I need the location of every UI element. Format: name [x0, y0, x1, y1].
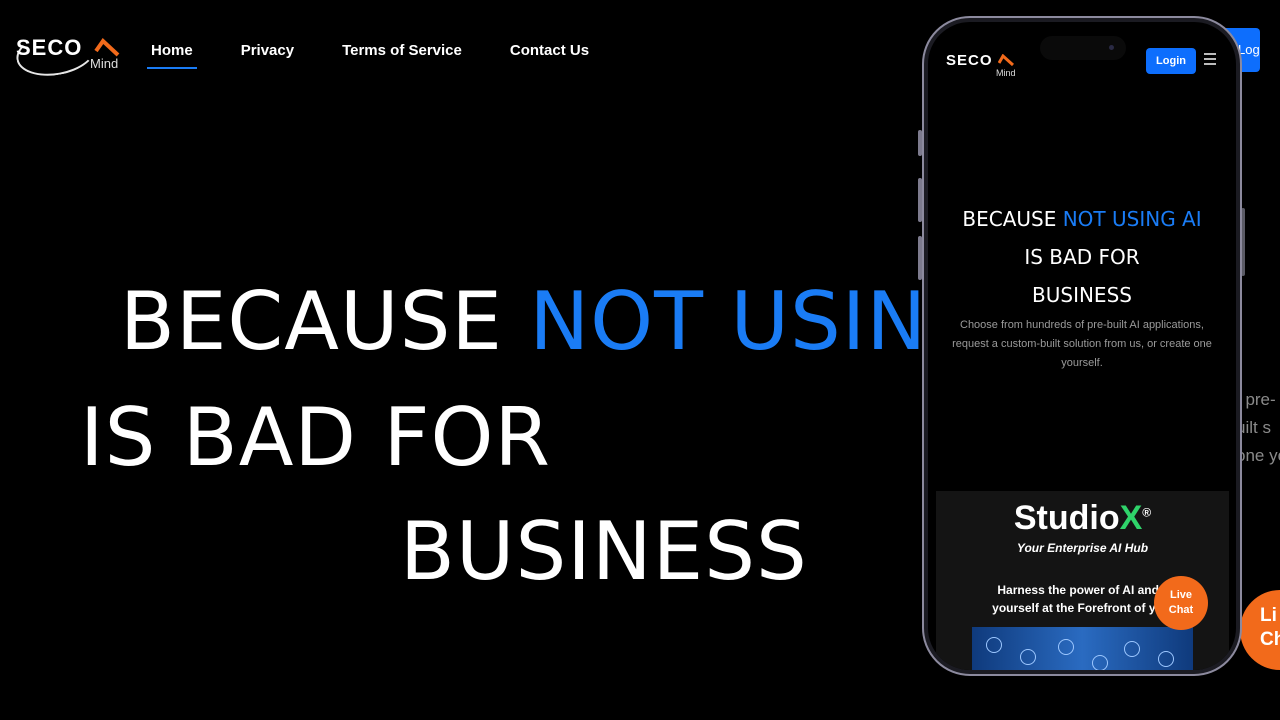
logo-mark-icon	[94, 37, 120, 57]
hero-description-line: f pre-	[1236, 390, 1276, 409]
studiox-logo: StudioX®	[936, 499, 1229, 538]
mobile-live-chat-label-2: Chat	[1168, 604, 1194, 616]
mobile-hero-title: BECAUSE NOT USING AI IS BAD FOR BUSINESS	[928, 200, 1236, 314]
main-nav: Home Privacy Terms of Service Contact Us	[147, 42, 633, 69]
logo-brand: SECO	[16, 35, 83, 60]
mobile-hero-prefix: BECAUSE	[962, 207, 1063, 231]
nav-privacy[interactable]: Privacy	[237, 42, 298, 69]
mobile-hero-line-3: BUSINESS	[1032, 283, 1132, 307]
logo-sub: Mind	[90, 56, 119, 71]
phone-screen: SECO Mind Login BECAUSE NOT USING AI IS …	[928, 22, 1236, 670]
hero-title-line-1: BECAUSE NOT USING	[120, 282, 990, 362]
hero-title-line-2: IS BAD FOR	[80, 391, 552, 484]
mobile-hero-accent: NOT USING AI	[1062, 207, 1202, 231]
studiox-tagline: Your Enterprise AI Hub	[1016, 541, 1149, 555]
hero-title-prefix: BECAUSE	[120, 275, 530, 368]
live-chat-label-2: Ch	[1260, 629, 1280, 650]
dynamic-island	[1040, 36, 1126, 60]
mobile-login-button[interactable]: Login	[1146, 48, 1196, 74]
hero-description: f pre- uilt s one yo	[1236, 386, 1280, 476]
nav-contact-us[interactable]: Contact Us	[506, 42, 593, 69]
hero-title-line-3: BUSINESS	[400, 505, 808, 598]
camera-dot	[1109, 45, 1114, 50]
seco-mind-logo[interactable]: SECO Mind	[12, 24, 124, 82]
mobile-logo-sub: Mind	[996, 68, 1016, 78]
nav-home[interactable]: Home	[147, 42, 197, 69]
live-chat-button[interactable]: Li Ch	[1240, 590, 1280, 670]
mobile-live-chat-label-1: Live	[1169, 589, 1192, 601]
hero-description-line: uilt s	[1236, 418, 1271, 437]
studiox-network-image	[972, 627, 1193, 670]
nav-terms-of-service[interactable]: Terms of Service	[338, 42, 466, 69]
hamburger-menu-icon[interactable]	[1204, 53, 1216, 68]
studiox-x: X	[1119, 499, 1143, 537]
mobile-hero-line-2: IS BAD FOR	[1024, 245, 1140, 269]
live-chat-label-1: Li	[1260, 605, 1277, 626]
mobile-logo-brand: SECO	[946, 52, 993, 69]
mobile-logo[interactable]: SECO Mind	[946, 50, 1026, 80]
mobile-hero-description: Choose from hundreds of pre-built AI app…	[952, 319, 1212, 369]
hero-description-line: one yo	[1236, 446, 1280, 465]
studiox-trademark: ®	[1142, 505, 1152, 520]
mobile-hero-line-1: BECAUSE NOT USING AI	[928, 200, 1236, 238]
studiox-name: Studio	[1013, 499, 1120, 537]
mobile-logo-mark-icon	[998, 54, 1014, 66]
mobile-live-chat-button[interactable]: Live Chat	[1154, 576, 1208, 630]
